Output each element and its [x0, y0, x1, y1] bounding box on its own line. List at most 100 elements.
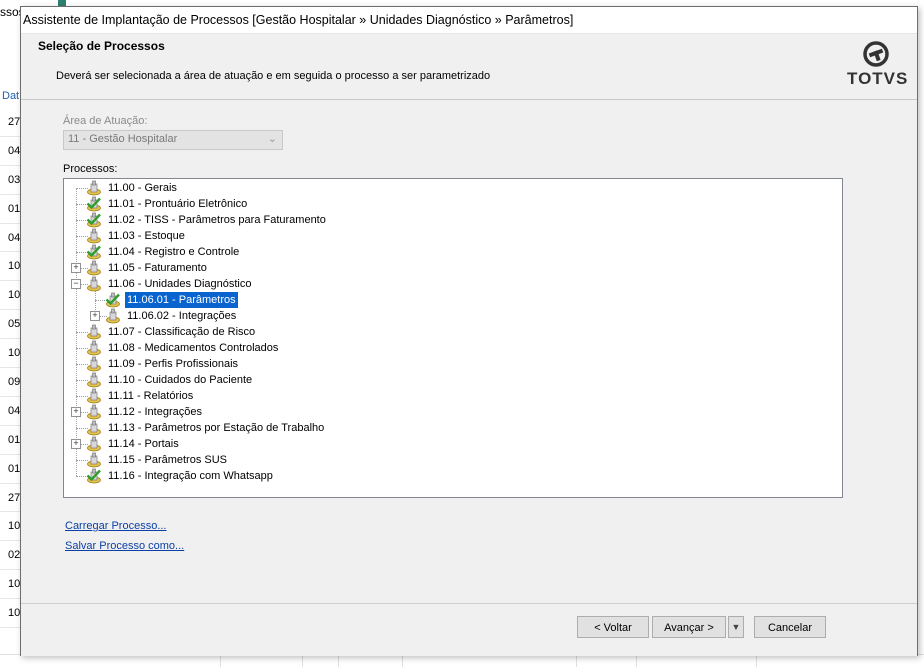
tree-node-label[interactable]: 11.10 - Cuidados do Paciente — [106, 372, 254, 388]
expand-icon[interactable]: + — [71, 407, 81, 417]
process-checked-icon — [86, 468, 102, 484]
process-icon — [86, 260, 102, 276]
tree-node[interactable]: 11.04 - Registro e Controle — [64, 244, 842, 260]
totvs-logo: TOTVS — [847, 41, 909, 91]
tree-node-label[interactable]: 11.13 - Parâmetros por Estação de Trabal… — [106, 420, 326, 436]
next-button[interactable]: Avançar > — [652, 616, 726, 638]
process-tree[interactable]: 11.00 - Gerais 11.01 - Prontuário Eletrôn… — [63, 178, 843, 498]
next-dropdown-button[interactable]: ▼ — [728, 616, 744, 638]
wizard-header: Seleção de Processos Deverá ser selecion… — [21, 34, 917, 100]
background-row: 10 — [0, 252, 22, 282]
background-row: 04 — [0, 397, 22, 426]
process-checked-icon — [86, 212, 102, 228]
tree-node-label[interactable]: 11.03 - Estoque — [106, 228, 187, 244]
tree-node[interactable]: 11.16 - Integração com Whatsapp — [64, 468, 842, 484]
step-description: Deverá ser selecionada a área de atuação… — [56, 70, 491, 82]
background-app: ssos Dat 27 04 03 01 04 10 10 05 10 09 04 01 01 27 10 0… — [0, 0, 25, 666]
tree-node[interactable]: 11.00 - Gerais — [64, 180, 842, 196]
tree-node-label[interactable]: 11.11 - Relatórios — [106, 388, 195, 404]
tree-node[interactable]: 11.06.01 - Parâmetros — [64, 291, 842, 309]
background-row: 10 — [0, 599, 22, 629]
totvs-logo-icon — [863, 41, 889, 67]
tree-node[interactable]: 11.07 - Classificação de Risco — [64, 324, 842, 340]
background-row: 27 — [0, 108, 22, 137]
dialog-title: Assistente de Implantação de Processos [… — [23, 13, 574, 27]
expand-icon[interactable]: + — [71, 263, 81, 273]
tree-node-label[interactable]: 11.15 - Parâmetros SUS — [106, 452, 229, 468]
process-checked-icon — [86, 196, 102, 212]
process-icon — [86, 324, 102, 340]
tree-node[interactable]: 11.08 - Medicamentos Controlados — [64, 340, 842, 356]
process-icon — [86, 276, 102, 292]
tree-node[interactable]: − 11.06 - Unidades Diagnóstico — [64, 276, 842, 292]
tree-node[interactable]: +11.14 - Portais — [64, 436, 842, 452]
background-row: 01 — [0, 426, 22, 455]
tree-node-label[interactable]: 11.02 - TISS - Parâmetros para Faturamen… — [106, 212, 328, 228]
tree-node[interactable]: 11.11 - Relatórios — [64, 388, 842, 404]
cancel-button[interactable]: Cancelar — [754, 616, 826, 638]
background-row: 01 — [0, 195, 22, 224]
tree-node-label[interactable]: 11.00 - Gerais — [106, 180, 179, 196]
process-icon — [86, 388, 102, 404]
background-row: 10 — [0, 281, 22, 311]
process-icon — [105, 308, 121, 324]
tree-node[interactable]: +11.12 - Integrações — [64, 404, 842, 420]
background-row: 02 — [0, 541, 22, 571]
area-select-value: 11 - Gestão Hospitalar — [68, 133, 178, 145]
background-row: 04 — [0, 137, 22, 166]
chevron-down-icon: ▼ — [731, 622, 741, 632]
background-row: 03 — [0, 166, 22, 195]
tree-node-label[interactable]: 11.07 - Classificação de Risco — [106, 324, 257, 340]
process-icon — [86, 180, 102, 196]
process-icon — [86, 356, 102, 372]
tree-node[interactable]: +11.05 - Faturamento — [64, 260, 842, 276]
tree-node[interactable]: 11.09 - Perfis Profissionais — [64, 356, 842, 372]
collapse-icon[interactable]: − — [71, 279, 81, 289]
area-label: Área de Atuação: — [63, 115, 148, 127]
tree-node-label[interactable]: 11.06.01 - Parâmetros — [124, 291, 239, 309]
back-button[interactable]: < Voltar — [577, 616, 649, 638]
wizard-content: Área de Atuação: 11 - Gestão Hospitalar … — [21, 100, 917, 603]
tree-node-label[interactable]: 11.06 - Unidades Diagnóstico — [106, 276, 254, 292]
background-row: 09 — [0, 368, 22, 397]
tree-node-label[interactable]: 11.04 - Registro e Controle — [106, 244, 241, 260]
background-row: 10 — [0, 570, 22, 600]
load-process-link[interactable]: Carregar Processo... — [65, 520, 166, 532]
tree-node[interactable]: 11.10 - Cuidados do Paciente — [64, 372, 842, 388]
tree-node-label[interactable]: 11.01 - Prontuário Eletrônico — [106, 196, 249, 212]
tree-node-label[interactable]: 11.12 - Integrações — [106, 404, 204, 420]
process-icon — [86, 436, 102, 452]
dialog-titlebar[interactable]: Assistente de Implantação de Processos [… — [21, 7, 917, 34]
background-column-header: Dat — [2, 90, 20, 102]
background-row: 10 — [0, 512, 22, 542]
tree-node[interactable]: 11.02 - TISS - Parâmetros para Faturamen… — [64, 212, 842, 228]
process-icon — [86, 372, 102, 388]
tree-node[interactable]: +11.06.02 - Integrações — [64, 308, 842, 324]
tree-node[interactable]: 11.03 - Estoque — [64, 228, 842, 244]
wizard-footer: < Voltar Avançar > ▼ Cancelar — [21, 603, 917, 656]
process-icon — [86, 420, 102, 436]
save-process-link[interactable]: Salvar Processo como... — [65, 540, 184, 552]
background-rows: 27 04 03 01 04 10 10 05 10 09 04 01 01 27 10 02 10 10 — [0, 108, 22, 629]
process-checked-icon — [105, 292, 121, 308]
tree-node-label[interactable]: 11.16 - Integração com Whatsapp — [106, 468, 275, 484]
tree-node-label[interactable]: 11.09 - Perfis Profissionais — [106, 356, 240, 372]
background-row: 05 — [0, 310, 22, 340]
processes-label: Processos: — [63, 163, 118, 175]
tree-node[interactable]: 11.15 - Parâmetros SUS — [64, 452, 842, 468]
tree-node[interactable]: 11.13 - Parâmetros por Estação de Trabal… — [64, 420, 842, 436]
tree-node-label[interactable]: 11.05 - Faturamento — [106, 260, 209, 276]
background-row: 04 — [0, 224, 22, 253]
step-heading: Seleção de Processos — [38, 39, 165, 53]
tree-node[interactable]: 11.01 - Prontuário Eletrônico — [64, 196, 842, 212]
process-icon — [86, 404, 102, 420]
process-icon — [86, 452, 102, 468]
tree-node-label[interactable]: 11.14 - Portais — [106, 436, 181, 452]
tree-node-label[interactable]: 11.06.02 - Integrações — [125, 308, 238, 324]
process-checked-icon — [86, 244, 102, 260]
expand-icon[interactable]: + — [90, 311, 100, 321]
tree-node-label[interactable]: 11.08 - Medicamentos Controlados — [106, 340, 280, 356]
totvs-logo-text: TOTVS — [847, 69, 909, 88]
expand-icon[interactable]: + — [71, 439, 81, 449]
process-icon — [86, 340, 102, 356]
